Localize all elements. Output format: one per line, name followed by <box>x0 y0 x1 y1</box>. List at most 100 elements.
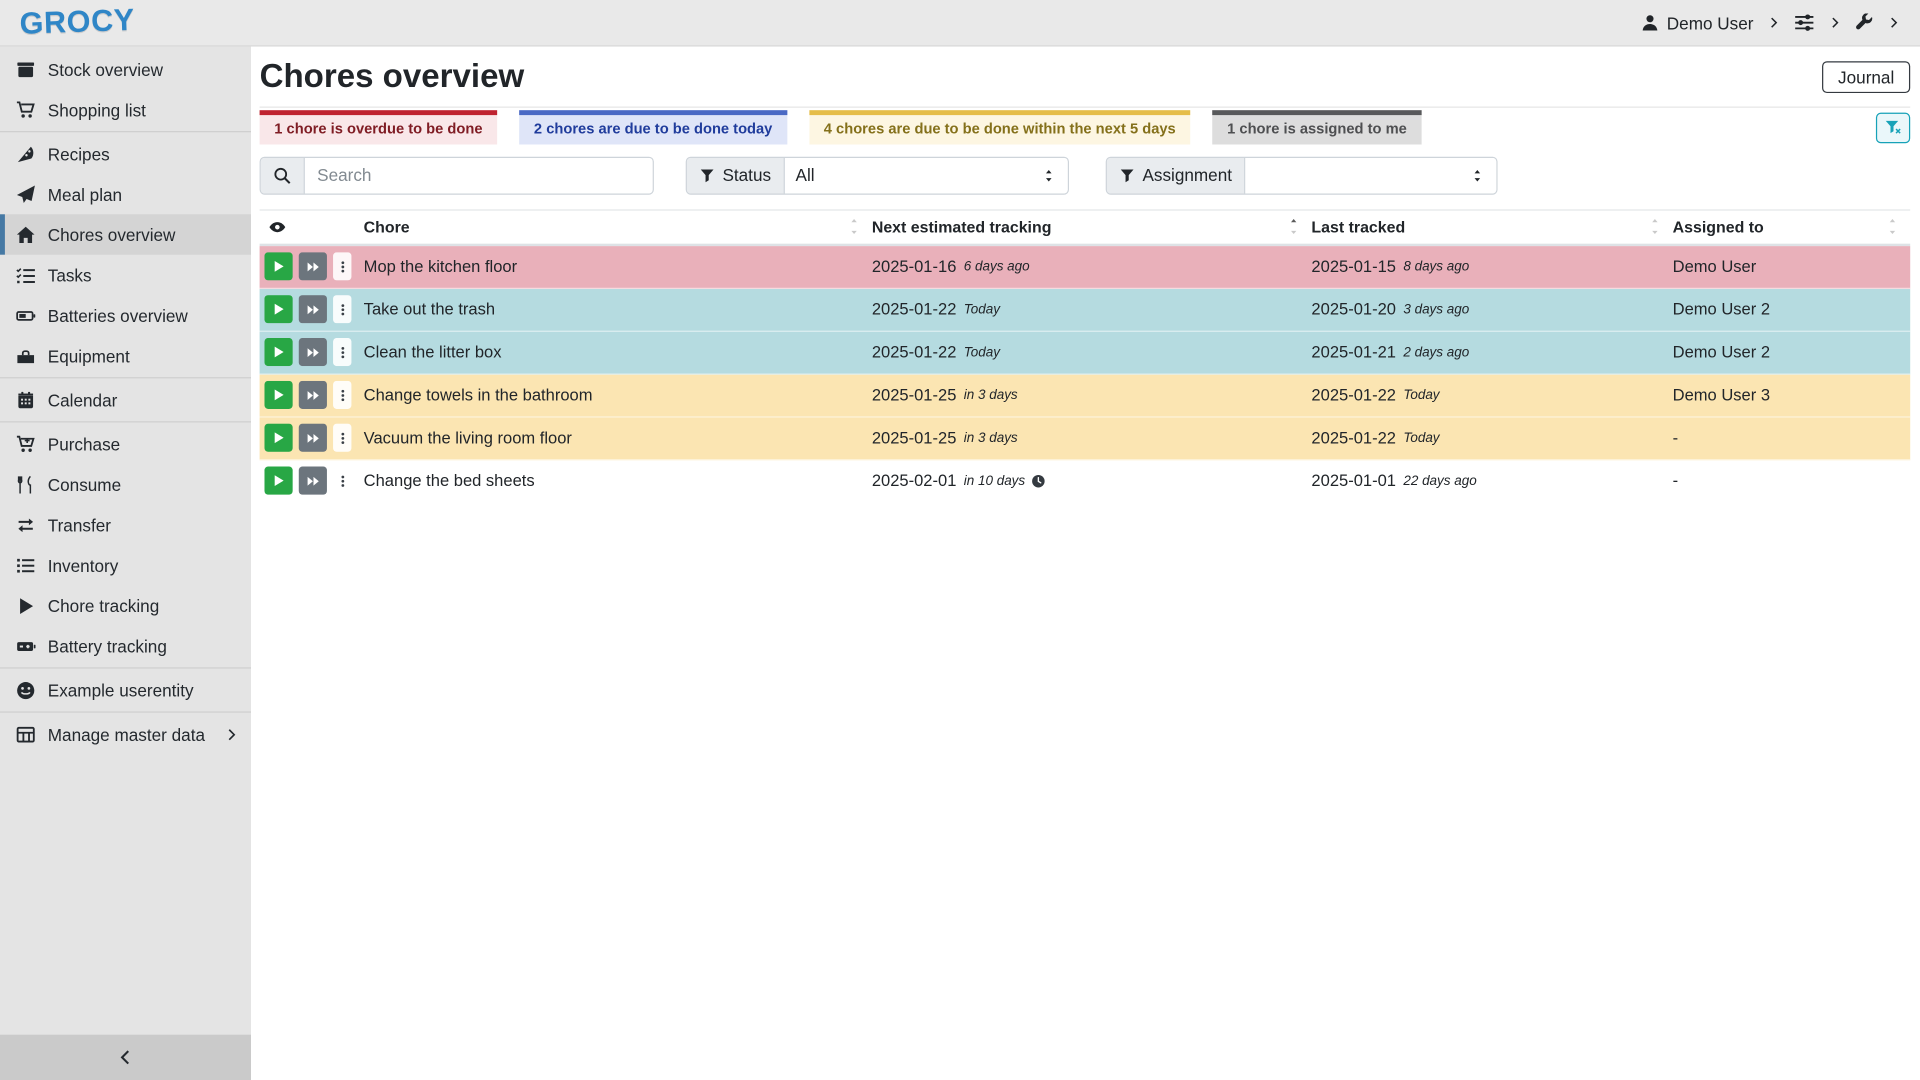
assigned-to-cell: Demo User 2 <box>1673 343 1911 361</box>
track-chore-button[interactable] <box>264 381 292 409</box>
chore-menu-button[interactable] <box>333 381 351 409</box>
next-tracking-cell: 2025-01-166 days ago <box>872 257 1312 275</box>
row-actions <box>260 381 364 409</box>
paper-plane-icon <box>16 184 36 204</box>
column-header-assigned-to[interactable]: Assigned to <box>1673 210 1911 243</box>
sidebar-item-shopping-list[interactable]: Shopping list <box>0 89 251 129</box>
sidebar-separator <box>0 711 251 712</box>
sidebar-item-label: Battery tracking <box>48 636 167 656</box>
skip-chore-button[interactable] <box>299 338 327 366</box>
filter-row: Status All Assignment <box>260 156 1911 194</box>
eye-icon <box>268 218 286 236</box>
clear-filter-button[interactable] <box>1876 112 1910 143</box>
column-label: Next estimated tracking <box>872 218 1052 236</box>
chore-menu-button[interactable] <box>333 467 351 495</box>
sidebar-item-label: Recipes <box>48 144 110 164</box>
status-select[interactable]: All <box>785 158 1068 194</box>
next-tracking-cell: 2025-01-25in 3 days <box>872 429 1312 447</box>
status-filter-pill-1[interactable]: 2 chores are due to be done today <box>519 110 787 144</box>
battery-icon <box>16 306 36 326</box>
exchange-icon <box>16 515 36 535</box>
chore-menu-button[interactable] <box>333 295 351 323</box>
sidebar-item-example-userentity[interactable]: Example userentity <box>0 670 251 710</box>
sidebar-item-batteries-overview[interactable]: Batteries overview <box>0 295 251 335</box>
sidebar-item-chore-tracking[interactable]: Chore tracking <box>0 585 251 625</box>
sidebar-item-chores-overview[interactable]: Chores overview <box>0 214 251 254</box>
utensils-icon <box>16 474 36 494</box>
sidebar-separator <box>0 667 251 668</box>
sidebar-item-calendar[interactable]: Calendar <box>0 380 251 420</box>
sidebar-item-label: Consume <box>48 474 121 494</box>
chore-menu-button[interactable] <box>333 424 351 452</box>
track-chore-button[interactable] <box>264 295 292 323</box>
pizza-icon <box>16 144 36 164</box>
search-input[interactable] <box>305 158 653 194</box>
search-addon <box>261 158 305 194</box>
next-tracking-cell: 2025-01-25in 3 days <box>872 386 1312 404</box>
status-select-value: All <box>796 166 815 186</box>
sidebar-separator <box>0 421 251 422</box>
column-header-next-estimated-tracking[interactable]: Next estimated tracking <box>872 210 1312 243</box>
status-filter-pill-3[interactable]: 1 chore is assigned to me <box>1212 110 1421 144</box>
chore-menu-button[interactable] <box>333 338 351 366</box>
grocy-logo[interactable]: GROCY <box>19 3 136 43</box>
chore-name: Clean the litter box <box>364 343 872 361</box>
track-chore-button[interactable] <box>264 338 292 366</box>
sidebar: Stock overview Shopping list Recipes Meal p… <box>0 47 251 1080</box>
assigned-to-cell: - <box>1673 429 1911 447</box>
sidebar-item-consume[interactable]: Consume <box>0 464 251 504</box>
box-icon <box>16 59 36 79</box>
skip-chore-button[interactable] <box>299 253 327 281</box>
sidebar-item-label: Meal plan <box>48 184 122 204</box>
user-menu[interactable]: Demo User <box>1641 13 1753 33</box>
track-chore-button[interactable] <box>264 253 292 281</box>
status-summary-row: 1 chore is overdue to be done 2 chores ar… <box>260 110 1911 144</box>
last-tracked-cell: 2025-01-203 days ago <box>1311 300 1672 318</box>
chore-menu-button[interactable] <box>333 253 351 281</box>
sidebar-item-stock-overview[interactable]: Stock overview <box>0 49 251 89</box>
sidebar-item-manage-master-data[interactable]: Manage master data <box>0 714 251 754</box>
filter-clear-icon <box>1884 119 1901 136</box>
skip-chore-button[interactable] <box>299 381 327 409</box>
status-filter-pill-0[interactable]: 1 chore is overdue to be done <box>260 110 498 144</box>
column-header-chore[interactable]: Chore <box>364 210 872 243</box>
sidebar-item-transfer[interactable]: Transfer <box>0 504 251 544</box>
sidebar-item-label: Shopping list <box>48 100 146 120</box>
column-header-last-tracked[interactable]: Last tracked <box>1311 210 1672 243</box>
skip-chore-button[interactable] <box>299 424 327 452</box>
row-actions <box>260 295 364 323</box>
chevron-right-icon[interactable] <box>1887 16 1900 29</box>
chore-name: Change towels in the bathroom <box>364 386 872 404</box>
sidebar-item-purchase[interactable]: Purchase <box>0 424 251 464</box>
sidebar-item-inventory[interactable]: Inventory <box>0 545 251 585</box>
user-name: Demo User <box>1667 13 1754 33</box>
assignment-select[interactable] <box>1245 158 1496 194</box>
skip-chore-button[interactable] <box>299 295 327 323</box>
column-visibility-toggle[interactable] <box>260 210 364 243</box>
status-filter-pill-2[interactable]: 4 chores are due to be done within the n… <box>809 110 1190 144</box>
sidebar-nav: Stock overview Shopping list Recipes Meal p… <box>0 47 251 755</box>
last-tracked-cell: 2025-01-212 days ago <box>1311 343 1672 361</box>
table-body: Mop the kitchen floor2025-01-166 days ag… <box>260 246 1911 503</box>
chevron-right-icon[interactable] <box>1828 16 1841 29</box>
skip-chore-button[interactable] <box>299 467 327 495</box>
status-pills: 1 chore is overdue to be done 2 chores ar… <box>260 110 1422 144</box>
track-chore-button[interactable] <box>264 424 292 452</box>
assigned-to-cell: Demo User 3 <box>1673 386 1911 404</box>
status-filter-group: Status All <box>686 156 1069 194</box>
track-chore-button[interactable] <box>264 467 292 495</box>
journal-button[interactable]: Journal <box>1822 61 1910 93</box>
row-actions <box>260 338 364 366</box>
chevron-right-icon[interactable] <box>1767 16 1780 29</box>
sidebar-item-label: Batteries overview <box>48 306 188 326</box>
sidebar-item-tasks[interactable]: Tasks <box>0 255 251 295</box>
sidebar-item-meal-plan[interactable]: Meal plan <box>0 174 251 214</box>
next-tracking-cell: 2025-02-01in 10 days <box>872 472 1312 490</box>
sidebar-item-battery-tracking[interactable]: Battery tracking <box>0 626 251 666</box>
sidebar-item-recipes[interactable]: Recipes <box>0 133 251 173</box>
settings-sliders-icon[interactable] <box>1794 12 1815 33</box>
sidebar-item-label: Example userentity <box>48 680 194 700</box>
sidebar-collapse-button[interactable] <box>0 1035 251 1080</box>
admin-wrench-icon[interactable] <box>1855 13 1873 31</box>
sidebar-item-equipment[interactable]: Equipment <box>0 336 251 376</box>
